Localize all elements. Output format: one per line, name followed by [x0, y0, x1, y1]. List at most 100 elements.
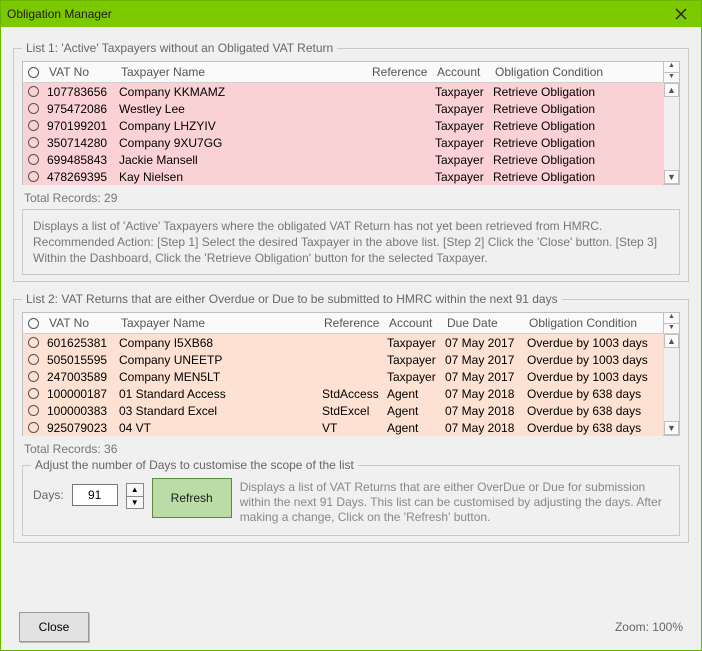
table-row[interactable]: 970199201Company LHZYIVTaxpayerRetrieve …: [23, 117, 663, 134]
refresh-button[interactable]: Refresh: [152, 478, 232, 518]
cell-obligation-condition: Overdue by 1003 days: [527, 336, 663, 350]
table-row[interactable]: 107783656Company KKMAMZTaxpayerRetrieve …: [23, 83, 663, 100]
list2-total: Total Records: 36: [24, 442, 680, 456]
table-row[interactable]: 350714280Company 9XU7GG TaxpayerRetrieve …: [23, 134, 663, 151]
cell-vatno: 100000187: [47, 387, 119, 401]
cell-due-date: 07 May 2018: [445, 387, 527, 401]
close-button[interactable]: Close: [19, 612, 89, 642]
col-vatno[interactable]: VAT No: [47, 316, 119, 330]
radio-icon[interactable]: [28, 337, 39, 348]
cell-taxpayer-name: Company UNEETP: [119, 353, 322, 367]
radio-icon[interactable]: [28, 354, 39, 365]
table-row[interactable]: 10000018701 Standard AccessStdAccessAgen…: [23, 385, 663, 402]
cell-obligation-condition: Retrieve Obligation: [493, 119, 663, 133]
col-account[interactable]: Account: [435, 65, 493, 79]
radio-icon[interactable]: [28, 422, 39, 433]
cell-account: Taxpayer: [435, 153, 493, 167]
col-obligation-condition[interactable]: Obligation Condition: [527, 316, 663, 330]
radio-icon[interactable]: [28, 120, 39, 131]
col-due-date[interactable]: Due Date: [445, 316, 527, 330]
cell-account: Agent: [387, 404, 445, 418]
scroll-track[interactable]: [664, 97, 679, 170]
col-reference[interactable]: Reference: [322, 316, 387, 330]
cell-obligation-condition: Retrieve Obligation: [493, 85, 663, 99]
titlebar: Obligation Manager: [1, 1, 701, 27]
cell-account: Taxpayer: [435, 136, 493, 150]
radio-icon[interactable]: [28, 86, 39, 97]
radio-icon[interactable]: [28, 137, 39, 148]
radio-icon[interactable]: [28, 388, 39, 399]
chevron-down-icon[interactable]: ▼: [664, 72, 679, 83]
cell-account: Taxpayer: [387, 353, 445, 367]
list1-total: Total Records: 29: [24, 191, 680, 205]
col-obligation-condition[interactable]: Obligation Condition: [493, 65, 663, 79]
scroll-up-icon[interactable]: ▲: [664, 334, 679, 348]
cell-vatno: 247003589: [47, 370, 119, 384]
cell-reference: StdAccess: [322, 387, 387, 401]
scrollbar[interactable]: ▲ ▼: [663, 83, 679, 184]
chevron-down-icon[interactable]: ▼: [664, 323, 679, 334]
cell-taxpayer-name: 03 Standard Excel: [119, 404, 322, 418]
days-input[interactable]: [72, 484, 118, 506]
cell-obligation-condition: Retrieve Obligation: [493, 136, 663, 150]
col-taxpayer-name[interactable]: Taxpayer Name: [119, 316, 322, 330]
scroll-down-icon[interactable]: ▼: [664, 170, 679, 184]
cell-obligation-condition: Overdue by 1003 days: [527, 370, 663, 384]
list2-header: VAT No Taxpayer Name Reference Account D…: [22, 312, 680, 334]
col-reference[interactable]: Reference: [370, 65, 435, 79]
cell-taxpayer-name: Company LHZYIV: [119, 119, 370, 133]
cell-vatno: 970199201: [47, 119, 119, 133]
header-stepper[interactable]: ▲ ▼: [663, 313, 679, 333]
table-row[interactable]: 92507902304 VTVTAgent07 May 2018Overdue …: [23, 419, 663, 436]
cell-obligation-condition: Overdue by 638 days: [527, 421, 663, 435]
col-taxpayer-name[interactable]: Taxpayer Name: [119, 65, 370, 79]
cell-obligation-condition: Overdue by 1003 days: [527, 353, 663, 367]
cell-taxpayer-name: Company 9XU7GG: [119, 136, 370, 150]
cell-taxpayer-name: Company I5XB68: [119, 336, 322, 350]
days-stepper[interactable]: ▲ ▼: [126, 483, 144, 509]
cell-vatno: 505015595: [47, 353, 119, 367]
chevron-up-icon[interactable]: ▲: [664, 62, 679, 72]
cell-vatno: 601625381: [47, 336, 119, 350]
cell-taxpayer-name: Jackie Mansell: [119, 153, 370, 167]
chevron-down-icon[interactable]: ▼: [126, 497, 144, 510]
radio-icon[interactable]: [28, 371, 39, 382]
cell-due-date: 07 May 2018: [445, 404, 527, 418]
radio-icon[interactable]: [28, 154, 39, 165]
cell-reference: VT: [322, 421, 387, 435]
scroll-up-icon[interactable]: ▲: [664, 83, 679, 97]
radio-icon[interactable]: [28, 103, 39, 114]
chevron-up-icon[interactable]: ▲: [664, 313, 679, 323]
cell-obligation-condition: Retrieve Obligation: [493, 102, 663, 116]
cell-vatno: 100000383: [47, 404, 119, 418]
chevron-up-icon[interactable]: ▲: [126, 483, 144, 497]
table-row[interactable]: 505015595Company UNEETPTaxpayer07 May 20…: [23, 351, 663, 368]
cell-taxpayer-name: 04 VT: [119, 421, 322, 435]
cell-obligation-condition: Retrieve Obligation: [493, 153, 663, 167]
col-vatno[interactable]: VAT No: [47, 65, 119, 79]
cell-account: Taxpayer: [387, 370, 445, 384]
adjust-description: Displays a list of VAT Returns that are …: [240, 480, 669, 525]
cell-vatno: 350714280: [47, 136, 119, 150]
days-label: Days:: [33, 482, 64, 502]
list1-header: VAT No Taxpayer Name Reference Account O…: [22, 61, 680, 83]
window-title: Obligation Manager: [7, 7, 112, 21]
table-row[interactable]: 478269395Kay NielsenTaxpayerRetrieve Obl…: [23, 168, 663, 185]
cell-taxpayer-name: 01 Standard Access: [119, 387, 322, 401]
header-stepper[interactable]: ▲ ▼: [663, 62, 679, 82]
scroll-track[interactable]: [664, 348, 679, 421]
table-row[interactable]: 601625381Company I5XB68Taxpayer07 May 20…: [23, 334, 663, 351]
window-close-button[interactable]: [661, 1, 701, 27]
cell-account: Taxpayer: [435, 85, 493, 99]
cell-account: Taxpayer: [435, 102, 493, 116]
col-account[interactable]: Account: [387, 316, 445, 330]
scroll-down-icon[interactable]: ▼: [664, 421, 679, 435]
list1-group: List 1: 'Active' Taxpayers without an Ob…: [13, 41, 689, 282]
radio-icon[interactable]: [28, 405, 39, 416]
radio-icon[interactable]: [28, 171, 39, 182]
table-row[interactable]: 699485843Jackie MansellTaxpayerRetrieve …: [23, 151, 663, 168]
table-row[interactable]: 247003589Company MEN5LTTaxpayer07 May 20…: [23, 368, 663, 385]
scrollbar[interactable]: ▲ ▼: [663, 334, 679, 435]
table-row[interactable]: 10000038303 Standard ExcelStdExcelAgent0…: [23, 402, 663, 419]
table-row[interactable]: 975472086Westley LeeTaxpayerRetrieve Obl…: [23, 100, 663, 117]
